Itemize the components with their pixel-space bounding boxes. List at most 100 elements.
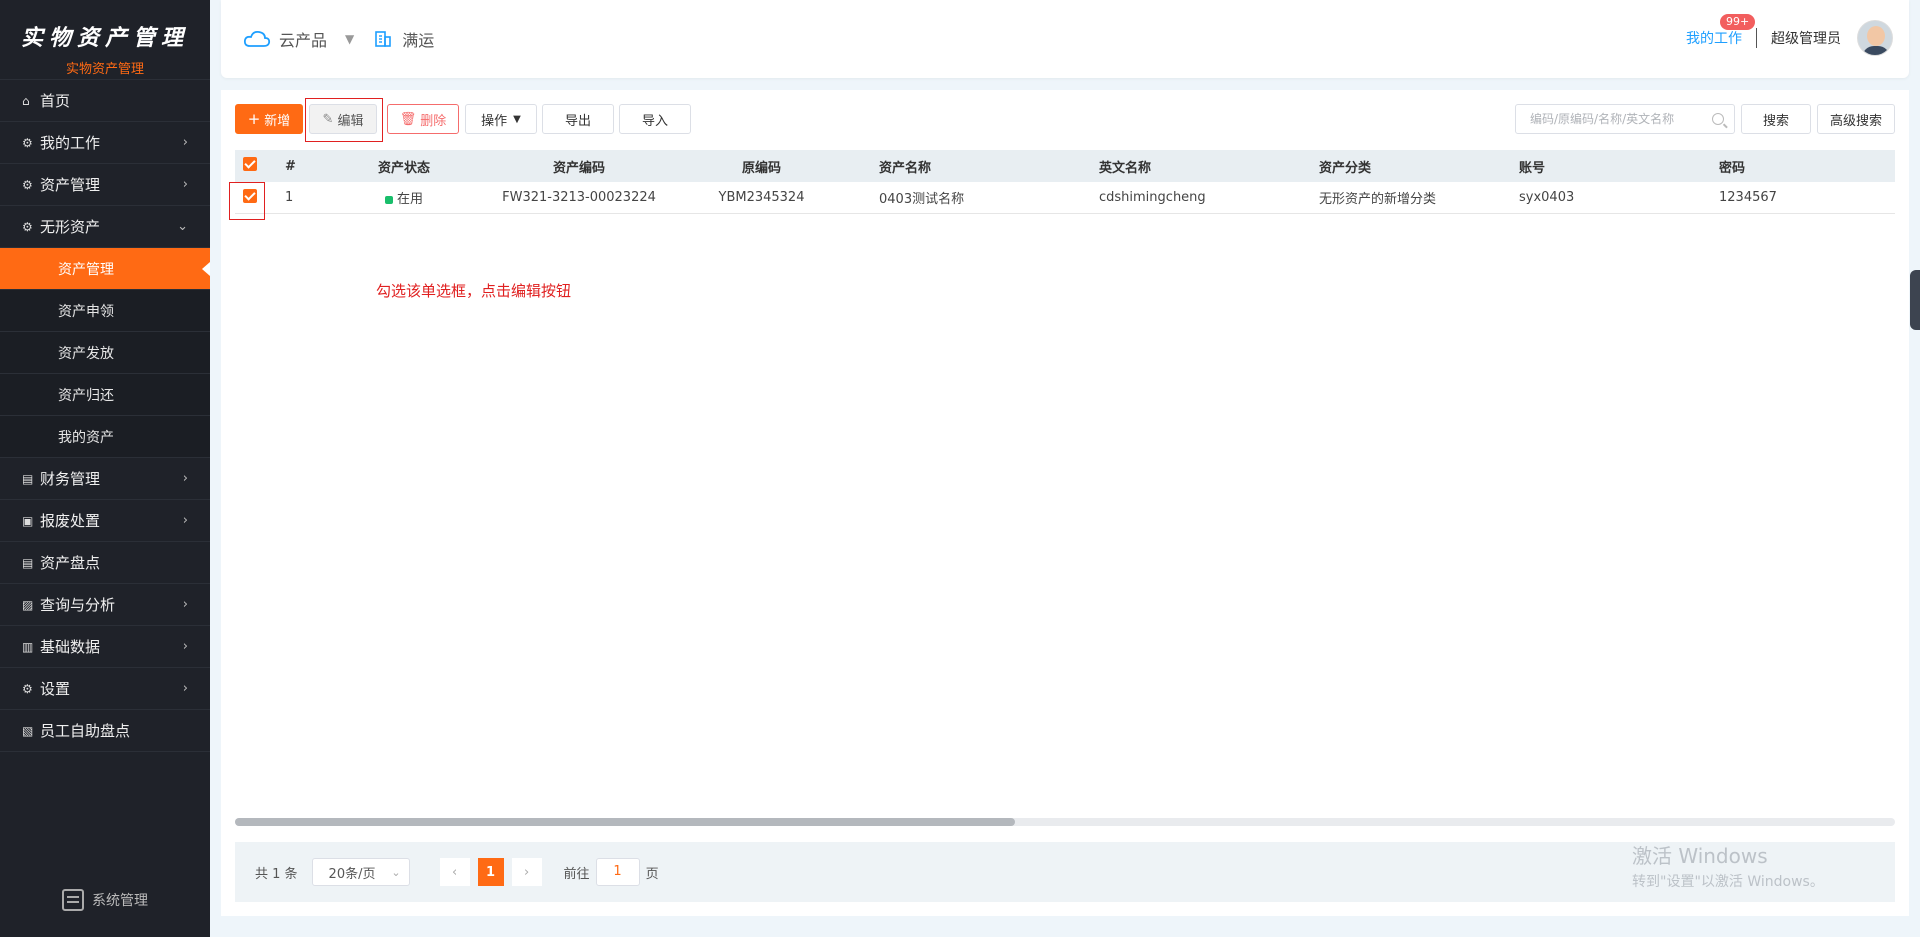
side-drawer-handle[interactable] xyxy=(1910,270,1920,330)
chevron-right-icon: › xyxy=(182,471,188,486)
trash-icon: 🗑 xyxy=(399,111,417,127)
row-status: 在用 xyxy=(329,188,479,207)
sidebar-item-intangible[interactable]: ⚙ 无形资产 ⌄ xyxy=(0,206,210,248)
header-right: 我的工作 99+ 超级管理员 xyxy=(1686,14,1893,56)
sidebar-item-label: 员工自助盘点 xyxy=(40,722,131,740)
system-management-label: 系统管理 xyxy=(92,893,148,909)
plus-icon: + xyxy=(247,110,261,128)
user-name[interactable]: 超级管理员 xyxy=(1771,28,1841,48)
chevron-right-icon: › xyxy=(182,177,188,192)
sidebar-subitem-my-assets[interactable]: 我的资产 xyxy=(0,416,210,458)
col-password: 密码 xyxy=(1719,160,1746,176)
toolbar: + 新增 ✎ 编辑 🗑 删除 操作 ▼ 导出 导入 搜索 高级搜索 xyxy=(235,98,1895,142)
prev-page-button[interactable]: ‹ xyxy=(439,858,470,886)
my-work-label: 我的工作 xyxy=(1686,31,1742,47)
edit-highlight-box xyxy=(305,98,383,142)
product-switcher[interactable]: 云产品 xyxy=(279,27,327,51)
chevron-right-icon: › xyxy=(182,135,188,150)
search-button[interactable]: 搜索 xyxy=(1741,104,1811,134)
total-count: 共 1 条 xyxy=(255,866,298,882)
add-button[interactable]: + 新增 xyxy=(235,104,303,134)
import-button[interactable]: 导入 xyxy=(619,104,691,134)
col-status: 资产状态 xyxy=(377,160,430,176)
goto-label: 前往 xyxy=(563,866,590,882)
select-all-checkbox[interactable] xyxy=(243,157,257,171)
page-number-current[interactable]: 1 xyxy=(477,858,504,886)
divider xyxy=(1756,28,1757,48)
home-icon: ⌂ xyxy=(22,93,30,108)
sidebar-item-self-inventory[interactable]: ▧ 员工自助盘点 xyxy=(0,710,210,752)
delete-button[interactable]: 🗑 删除 xyxy=(387,104,459,134)
status-dot xyxy=(384,195,393,204)
advanced-search-button[interactable]: 高级搜索 xyxy=(1817,104,1895,134)
col-account: 账号 xyxy=(1519,160,1546,176)
page-size-select[interactable]: 20条/页 ⌄ xyxy=(311,858,410,886)
sidebar-item-home[interactable]: ⌂ 首页 xyxy=(0,80,210,122)
col-category: 资产分类 xyxy=(1319,160,1372,176)
sidebar: 实物资产管理 实物资产管理 ⌂ 首页 ⚙ 我的工作 › ⚙ 资产管理 › ⚙ 无… xyxy=(0,0,210,937)
add-button-label: 新增 xyxy=(264,113,291,129)
windows-activation-watermark: 激活 Windows 转到"设置"以激活 Windows。 xyxy=(1632,840,1824,891)
sidebar-subitem-asset-claim[interactable]: 资产申领 xyxy=(0,290,210,332)
caret-down-icon[interactable]: ▼ xyxy=(345,32,354,46)
search-icon[interactable] xyxy=(1712,113,1724,125)
row-code: FW321-3213-00023224 xyxy=(502,190,656,205)
scrollbar-thumb[interactable] xyxy=(235,818,1015,826)
sidebar-item-label: 无形资产 xyxy=(40,218,101,236)
sidebar-item-label: 资产管理 xyxy=(40,176,101,194)
sidebar-item-my-work[interactable]: ⚙ 我的工作 › xyxy=(0,122,210,164)
horizontal-scrollbar[interactable] xyxy=(235,818,1895,826)
analysis-icon: ▨ xyxy=(22,597,34,612)
sidebar-item-label: 基础数据 xyxy=(40,638,101,656)
sidebar-item-label: 报废处置 xyxy=(40,512,101,530)
finance-icon: ▤ xyxy=(22,471,34,486)
col-code: 资产编码 xyxy=(552,160,605,176)
goto-page-input[interactable]: 1 xyxy=(595,858,640,886)
cloud-icon xyxy=(243,30,271,47)
gear-icon: ⚙ xyxy=(22,681,33,696)
chevron-down-icon: ⌄ xyxy=(391,865,401,879)
sidebar-item-label: 财务管理 xyxy=(40,470,101,488)
avatar[interactable] xyxy=(1857,20,1893,56)
gear-icon: ⚙ xyxy=(22,219,33,234)
org-name[interactable]: 满运 xyxy=(402,27,434,51)
sidebar-item-analysis[interactable]: ▨ 查询与分析 › xyxy=(0,584,210,626)
sidebar-item-settings[interactable]: ⚙ 设置 › xyxy=(0,668,210,710)
chevron-down-icon: ⌄ xyxy=(177,219,188,234)
sidebar-item-asset-mgmt[interactable]: ⚙ 资产管理 › xyxy=(0,164,210,206)
system-management-link[interactable]: 系统管理 xyxy=(0,889,210,911)
dispose-icon: ▣ xyxy=(22,513,34,528)
brand: 实物资产管理 实物资产管理 xyxy=(0,0,210,80)
search-input[interactable] xyxy=(1530,105,1710,133)
sidebar-item-base-data[interactable]: ▥ 基础数据 › xyxy=(0,626,210,668)
chevron-right-icon: › xyxy=(182,681,188,696)
sidebar-subitem-asset-issue[interactable]: 资产发放 xyxy=(0,332,210,374)
top-header: 云产品 ▼ 满运 我的工作 99+ 超级管理员 xyxy=(221,0,1909,78)
next-page-button[interactable]: › xyxy=(511,858,542,886)
status-text: 在用 xyxy=(396,192,423,207)
export-button[interactable]: 导出 xyxy=(542,104,614,134)
page-label: 页 xyxy=(645,866,659,882)
operations-dropdown[interactable]: 操作 ▼ xyxy=(465,104,537,134)
sidebar-item-label: 首页 xyxy=(40,92,71,110)
chevron-right-icon: › xyxy=(182,639,188,654)
sidebar-subitem-asset-mgmt[interactable]: 资产管理 xyxy=(0,248,210,290)
sidebar-item-inventory[interactable]: ▤ 资产盘点 xyxy=(0,542,210,584)
sidebar-item-label: 资产盘点 xyxy=(40,554,101,572)
col-original-code: 原编码 xyxy=(741,160,781,176)
sidebar-item-label: 设置 xyxy=(40,680,71,698)
row-asset-name: 0403测试名称 xyxy=(879,192,965,207)
gear-icon: ⚙ xyxy=(22,135,33,150)
row-account: syx0403 xyxy=(1519,190,1575,205)
inventory-icon: ▤ xyxy=(22,555,34,570)
my-work-link[interactable]: 我的工作 99+ xyxy=(1686,14,1756,48)
sidebar-subitem-asset-return[interactable]: 资产归还 xyxy=(0,374,210,416)
row-english-name: cdshimingcheng xyxy=(1099,190,1206,205)
sidebar-item-finance[interactable]: ▤ 财务管理 › xyxy=(0,458,210,500)
col-asset-name: 资产名称 xyxy=(879,160,932,176)
table-row[interactable]: 1 在用 FW321-3213-00023224 YBM2345324 0403… xyxy=(235,182,1895,214)
sidebar-item-dispose[interactable]: ▣ 报废处置 › xyxy=(0,500,210,542)
header-left: 云产品 ▼ 满运 xyxy=(243,27,434,51)
gear-icon: ⚙ xyxy=(22,177,33,192)
row-original-code: YBM2345324 xyxy=(718,190,805,205)
